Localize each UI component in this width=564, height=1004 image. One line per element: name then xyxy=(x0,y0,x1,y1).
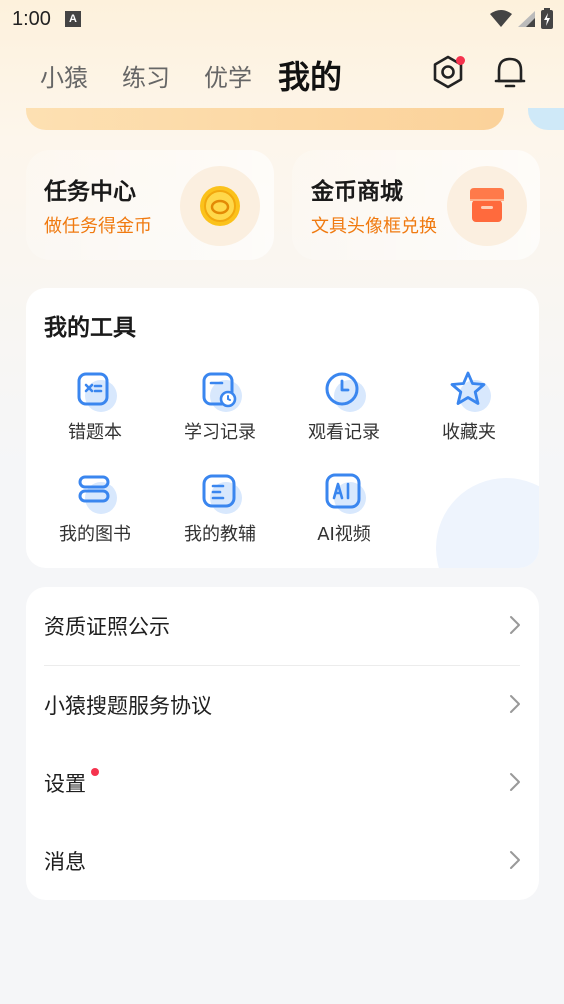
study-record-icon xyxy=(200,370,242,412)
coin-shop-title: 金币商城 xyxy=(311,179,403,205)
menu-item-service-agreement[interactable]: 小猿搜题服务协议 xyxy=(26,666,539,744)
menu-item-label: 设置 xyxy=(44,772,86,796)
tab-youxue[interactable]: 优学 xyxy=(204,58,252,93)
coin-badge xyxy=(180,166,260,246)
task-center-subtitle: 做任务得金币 xyxy=(44,216,152,237)
coin-shop-subtitle: 文具头像框兑换 xyxy=(311,216,437,237)
battery-icon xyxy=(541,8,553,29)
menu-item-label: 资质证照公示 xyxy=(44,615,170,639)
signal-icon xyxy=(518,11,535,27)
menu-item-qualifications[interactable]: 资质证照公示 xyxy=(26,587,539,666)
wrong-book-icon xyxy=(75,370,117,412)
coin-shop-card[interactable]: 金币商城 文具头像框兑换 xyxy=(292,150,540,260)
tool-label: 学习记录 xyxy=(184,422,256,443)
tool-my-books[interactable]: 我的图书 xyxy=(35,472,155,562)
tool-label: 我的教辅 xyxy=(184,524,256,545)
tool-label: 错题本 xyxy=(68,422,122,443)
books-icon xyxy=(75,472,117,514)
wifi-icon xyxy=(490,10,512,27)
my-tools-title: 我的工具 xyxy=(44,315,136,341)
status-time: 1:00 xyxy=(12,7,51,30)
tool-wrong-book[interactable]: 错题本 xyxy=(35,370,155,460)
my-tools-card: 我的工具 错题本 学习记录 观看记录 收藏夹 我的图书 我的教辅 AI视频 xyxy=(26,288,539,568)
menu-item-label: 消息 xyxy=(44,850,86,874)
tab-xiaoyuan[interactable]: 小猿 xyxy=(40,58,88,93)
scan-badge xyxy=(456,56,465,65)
tool-label: AI视频 xyxy=(317,524,371,545)
tool-label: 收藏夹 xyxy=(442,422,496,443)
tab-mine[interactable]: 我的 xyxy=(278,52,342,98)
tool-ai-video[interactable]: AI视频 xyxy=(284,472,404,562)
tools-decoration xyxy=(436,478,539,568)
menu-item-messages[interactable]: 消息 xyxy=(26,822,539,900)
menu-item-label: 小猿搜题服务协议 xyxy=(44,694,212,718)
chevron-right-icon xyxy=(510,773,520,791)
chevron-right-icon xyxy=(510,695,520,713)
top-nav: 小猿 练习 优学 我的 xyxy=(0,48,564,98)
status-icons xyxy=(490,8,554,30)
tutoring-icon xyxy=(200,472,242,514)
clock-icon xyxy=(324,370,366,412)
task-center-card[interactable]: 任务中心 做任务得金币 xyxy=(26,150,274,260)
settings-badge xyxy=(91,768,99,776)
tool-my-tutoring[interactable]: 我的教辅 xyxy=(160,472,280,562)
settings-menu-card: 资质证照公示 小猿搜题服务协议 设置 消息 xyxy=(26,587,539,900)
star-icon xyxy=(449,370,491,412)
menu-item-settings[interactable]: 设置 xyxy=(26,744,539,822)
chevron-right-icon xyxy=(510,616,520,634)
shop-badge xyxy=(447,166,527,246)
tab-practice[interactable]: 练习 xyxy=(122,58,170,93)
task-center-title: 任务中心 xyxy=(44,179,136,205)
tool-label: 观看记录 xyxy=(308,422,380,443)
chevron-right-icon xyxy=(510,851,520,869)
banner[interactable] xyxy=(26,108,504,130)
bell-button[interactable] xyxy=(494,54,526,94)
shop-icon xyxy=(470,188,504,222)
scan-button[interactable] xyxy=(430,54,466,94)
status-bar: 1:00 A xyxy=(0,0,564,38)
bell-icon xyxy=(494,57,526,88)
ai-video-icon xyxy=(324,472,366,514)
notification-icon: A xyxy=(64,11,81,27)
tool-study-record[interactable]: 学习记录 xyxy=(160,370,280,460)
tool-label: 我的图书 xyxy=(59,524,131,545)
coin-icon xyxy=(200,186,240,226)
tool-favorites[interactable]: 收藏夹 xyxy=(409,370,529,460)
tool-watch-history[interactable]: 观看记录 xyxy=(284,370,404,460)
